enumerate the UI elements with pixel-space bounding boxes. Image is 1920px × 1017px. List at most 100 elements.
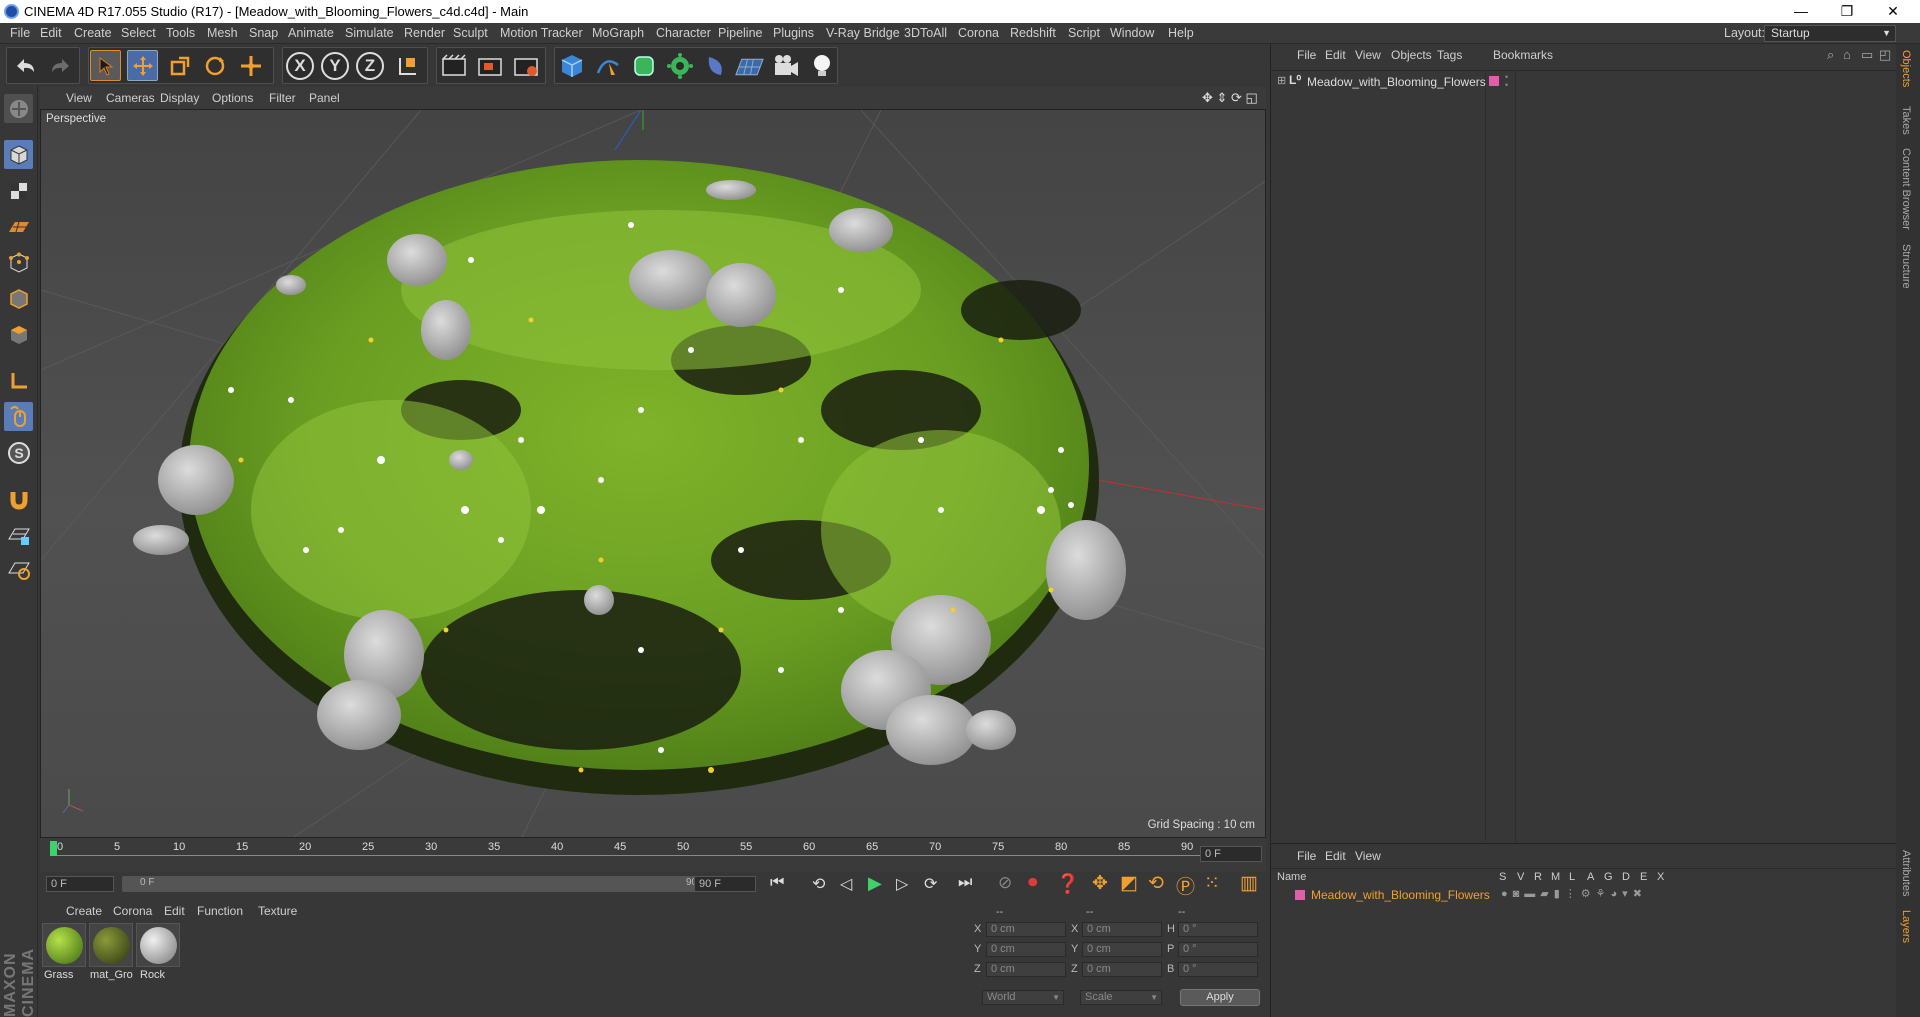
tab-attributes[interactable]: Attributes bbox=[1900, 850, 1912, 896]
model-mode-icon[interactable] bbox=[4, 140, 33, 169]
new-window-icon[interactable]: ◰ bbox=[1879, 47, 1891, 63]
keyframe-selection-icon[interactable]: ❓ bbox=[1056, 872, 1080, 896]
menu-mograph[interactable]: MoGraph bbox=[592, 26, 644, 40]
objmgr-menu-tags[interactable]: Tags bbox=[1437, 48, 1462, 62]
pen-spline-icon[interactable] bbox=[592, 50, 623, 81]
material-swatch-grass[interactable] bbox=[42, 923, 86, 967]
viewport-menu-filter[interactable]: Filter bbox=[269, 91, 296, 105]
visibility-dots-icon[interactable]: • • bbox=[1505, 73, 1508, 90]
position-y-field[interactable]: 0 cm bbox=[986, 942, 1066, 957]
previous-key-icon[interactable]: ⟲ bbox=[812, 874, 825, 894]
menu-sculpt[interactable]: Sculpt bbox=[453, 26, 488, 40]
undo-icon[interactable] bbox=[10, 50, 41, 81]
end-frame-field[interactable]: 90 F bbox=[694, 876, 756, 892]
menu-snap[interactable]: Snap bbox=[249, 26, 278, 40]
menu-script[interactable]: Script bbox=[1068, 26, 1100, 40]
menu-redshift[interactable]: Redshift bbox=[1010, 26, 1056, 40]
light-icon[interactable] bbox=[806, 50, 837, 81]
layer-name[interactable]: Meadow_with_Blooming_Flowers bbox=[1311, 888, 1490, 902]
position-z-field[interactable]: 0 cm bbox=[986, 962, 1066, 977]
workplane-mode-icon[interactable] bbox=[4, 212, 33, 241]
select-arrow-icon[interactable] bbox=[90, 50, 121, 81]
step-forward-icon[interactable]: ▷ bbox=[896, 874, 908, 894]
go-to-start-icon[interactable]: ⏮ bbox=[770, 874, 784, 892]
current-frame-field[interactable]: 0 F bbox=[1200, 846, 1262, 862]
size-z-field[interactable]: 0 cm bbox=[1082, 962, 1162, 977]
objmgr-menu-bookmarks[interactable]: Bookmarks bbox=[1493, 48, 1553, 62]
menu-pipeline[interactable]: Pipeline bbox=[718, 26, 762, 40]
tab-structure[interactable]: Structure bbox=[1900, 244, 1912, 289]
menu-help[interactable]: Help bbox=[1168, 26, 1194, 40]
move-icon[interactable] bbox=[127, 50, 158, 81]
subdivision-surface-icon[interactable] bbox=[628, 50, 659, 81]
floor-icon[interactable] bbox=[734, 50, 765, 81]
texture-mode-icon[interactable] bbox=[4, 176, 33, 205]
close-button[interactable]: ✕ bbox=[1870, 0, 1916, 23]
viewport-menu-panel[interactable]: Panel bbox=[309, 91, 340, 105]
menu-simulate[interactable]: Simulate bbox=[345, 26, 394, 40]
step-back-icon[interactable]: ◁ bbox=[840, 874, 852, 894]
edges-mode-icon[interactable] bbox=[4, 284, 33, 313]
timeline-ruler[interactable]: 0 5 10 15 20 25 30 35 40 45 50 55 60 65 … bbox=[40, 838, 1266, 872]
key-rotation-icon[interactable]: ⟲ bbox=[1148, 872, 1164, 895]
restore-button[interactable]: ❐ bbox=[1824, 0, 1870, 23]
axis-mode-icon[interactable] bbox=[4, 366, 33, 395]
make-editable-icon[interactable] bbox=[4, 94, 33, 123]
coordinate-mode-select[interactable]: World ▼ bbox=[982, 990, 1064, 1005]
viewport-navigate-icons[interactable]: ✥ ⇕ ⟳ ◱ bbox=[1202, 90, 1258, 106]
tab-takes[interactable]: Takes bbox=[1900, 106, 1912, 135]
range-slider[interactable]: 0 F 90 F bbox=[122, 876, 722, 892]
menu-motion-tracker[interactable]: Motion Tracker bbox=[500, 26, 583, 40]
layers-menu-view[interactable]: View bbox=[1355, 849, 1381, 863]
render-region-icon[interactable] bbox=[474, 50, 505, 81]
material-menu-edit[interactable]: Edit bbox=[164, 904, 185, 918]
polygons-mode-icon[interactable] bbox=[4, 320, 33, 349]
key-scale-icon[interactable]: ◩ bbox=[1120, 872, 1138, 895]
layers-menu-file[interactable]: File bbox=[1297, 849, 1316, 863]
live-selection-icon[interactable] bbox=[235, 50, 266, 81]
render-view-icon[interactable] bbox=[438, 50, 469, 81]
auto-key-icon[interactable]: ⏺ bbox=[1028, 872, 1038, 894]
rotation-h-field[interactable]: 0 ° bbox=[1178, 922, 1258, 937]
axis-x-lock[interactable]: X bbox=[286, 52, 314, 80]
home-icon[interactable]: ⌂ bbox=[1843, 47, 1851, 62]
material-menu-texture[interactable]: Texture bbox=[258, 904, 297, 918]
position-x-field[interactable]: 0 cm bbox=[986, 922, 1066, 937]
menu-tools[interactable]: Tools bbox=[166, 26, 195, 40]
viewport-menu-cameras[interactable]: Cameras bbox=[106, 91, 155, 105]
menu-edit[interactable]: Edit bbox=[40, 26, 62, 40]
play-icon[interactable]: ▶ bbox=[868, 873, 882, 894]
rotation-p-field[interactable]: 0 ° bbox=[1178, 942, 1258, 957]
size-y-field[interactable]: 0 cm bbox=[1082, 942, 1162, 957]
points-mode-icon[interactable] bbox=[4, 248, 33, 277]
start-frame-field[interactable]: 0 F bbox=[46, 876, 114, 892]
menu-vray-bridge[interactable]: V-Ray Bridge bbox=[826, 26, 900, 40]
rotate-icon[interactable] bbox=[199, 50, 230, 81]
menu-3dtoall[interactable]: 3DToAll bbox=[904, 26, 947, 40]
key-parameter-icon[interactable]: Ⓟ bbox=[1176, 872, 1195, 899]
menu-create[interactable]: Create bbox=[74, 26, 112, 40]
viewport-menu-options[interactable]: Options bbox=[212, 91, 253, 105]
material-swatch-ground[interactable] bbox=[89, 923, 133, 967]
objmgr-menu-file[interactable]: File bbox=[1297, 48, 1316, 62]
rotation-b-field[interactable]: 0 ° bbox=[1178, 962, 1258, 977]
minimize-button[interactable]: — bbox=[1778, 0, 1824, 23]
layer-row[interactable]: Meadow_with_Blooming_Flowers ●◙▬▰▮⋮⚙⚘◕▾✖ bbox=[1271, 886, 1897, 904]
objmgr-menu-edit[interactable]: Edit bbox=[1325, 48, 1346, 62]
menu-character[interactable]: Character bbox=[656, 26, 711, 40]
cube-icon[interactable] bbox=[556, 50, 587, 81]
record-keys-icon[interactable]: ⊘ bbox=[998, 873, 1012, 893]
menu-mesh[interactable]: Mesh bbox=[207, 26, 238, 40]
apply-button[interactable]: Apply bbox=[1180, 989, 1260, 1006]
coordinate-system-icon[interactable] bbox=[392, 50, 423, 81]
tab-layers[interactable]: Layers bbox=[1900, 910, 1912, 943]
locked-workplane-icon[interactable] bbox=[4, 520, 33, 549]
render-to-picture-viewer-icon[interactable] bbox=[510, 50, 541, 81]
menu-window[interactable]: Window bbox=[1110, 26, 1154, 40]
magnet-icon[interactable] bbox=[4, 484, 33, 513]
cloner-icon[interactable] bbox=[664, 50, 695, 81]
material-menu-create[interactable]: Create bbox=[66, 904, 102, 918]
menu-render[interactable]: Render bbox=[404, 26, 445, 40]
layout-select[interactable]: Startup ▼ bbox=[1764, 25, 1896, 42]
deformer-icon[interactable] bbox=[700, 50, 731, 81]
